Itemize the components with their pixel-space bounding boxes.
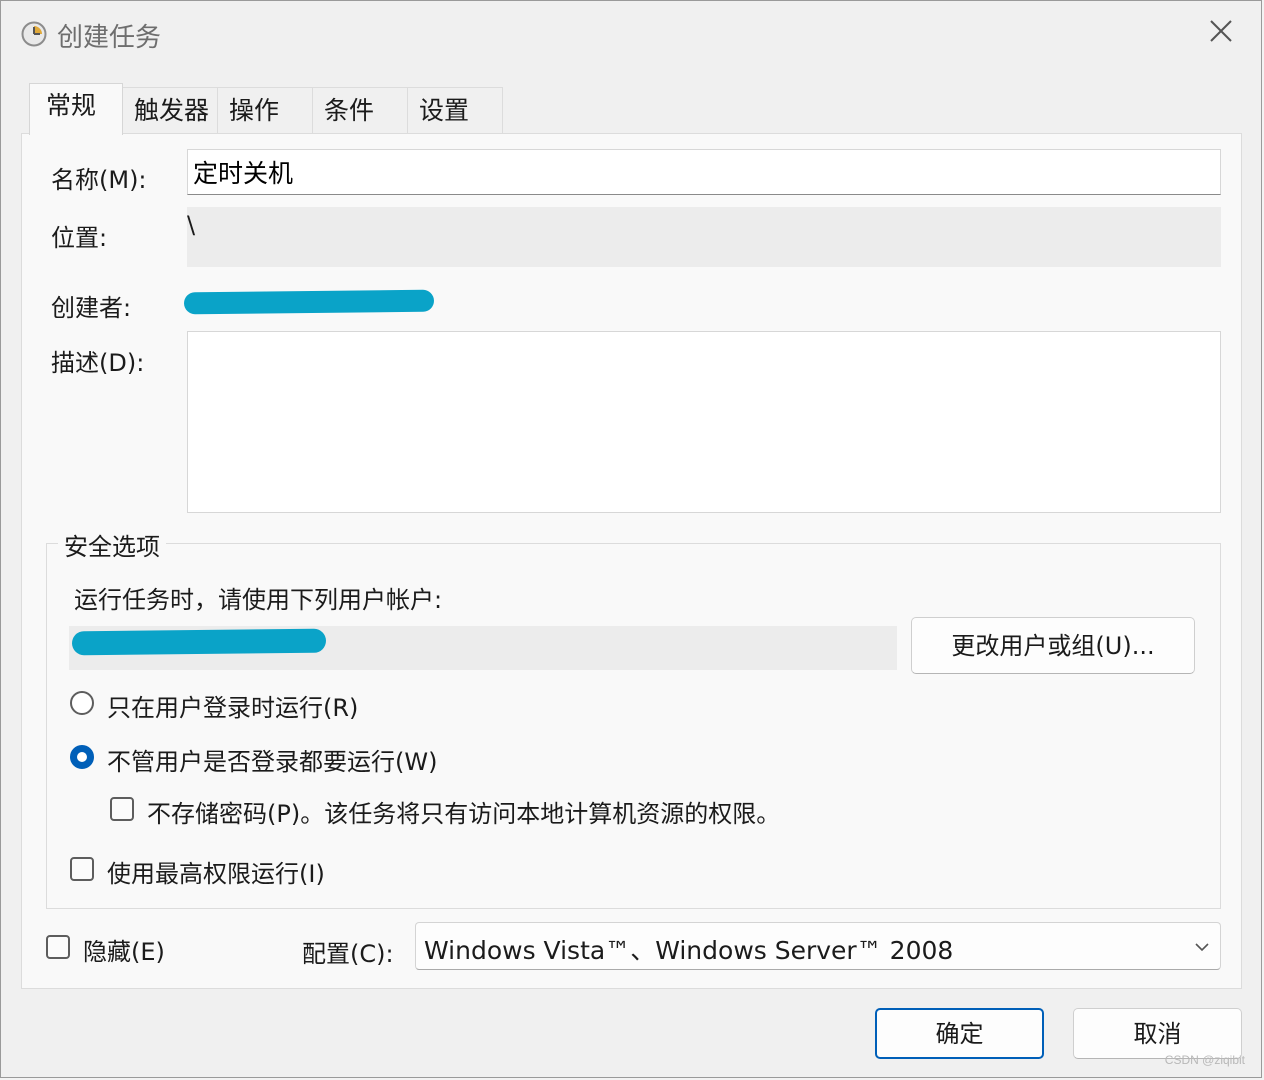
general-tab-panel: 名称(M): 位置: \ 创建者: 描述(D): 安全选项 运行任务时，请使用下… <box>21 133 1242 989</box>
ok-button[interactable]: 确定 <box>875 1008 1044 1059</box>
task-scheduler-clock-icon <box>21 21 47 47</box>
name-label: 名称(M): <box>51 166 147 194</box>
chevron-down-icon <box>1192 937 1212 957</box>
do-not-store-password-checkbox[interactable] <box>110 797 134 821</box>
run-whether-logged-on-or-not-label: 不管用户是否登录都要运行(W) <box>107 748 438 776</box>
do-not-store-password-label: 不存储密码(P)。该任务将只有访问本地计算机资源的权限。 <box>147 800 781 828</box>
configure-for-dropdown[interactable]: Windows Vista™、Windows Server™ 2008 <box>415 922 1221 970</box>
tab-conditions[interactable]: 条件 <box>312 87 408 133</box>
security-options-legend: 安全选项 <box>58 527 166 562</box>
tab-actions-label: 操作 <box>229 96 280 125</box>
create-task-dialog: 创建任务 常规 触发器 操作 条件 设置 名称(M): 定时关机 位置: \ 创… <box>0 0 1262 1078</box>
tab-settings[interactable]: 设置 <box>407 87 503 133</box>
hidden-checkbox[interactable] <box>46 935 70 959</box>
run-as-label: 运行任务时，请使用下列用户帐户: <box>74 586 443 614</box>
close-icon <box>1209 19 1233 47</box>
tab-general-label: 常规 <box>46 91 97 120</box>
location-label: 位置: <box>51 224 108 252</box>
configure-for-label: 配置(C): <box>302 940 394 968</box>
description-label: 描述(D): <box>51 349 145 377</box>
tab-triggers-label: 触发器 <box>134 96 210 125</box>
author-redaction-mark <box>183 289 435 315</box>
run-whether-logged-on-or-not-radio[interactable] <box>70 745 94 769</box>
run-as-user-redaction-mark <box>71 628 327 656</box>
run-with-highest-privileges-checkbox[interactable] <box>70 857 94 881</box>
watermark: CSDN @ziqibit <box>1164 1053 1245 1067</box>
run-with-highest-privileges-label: 使用最高权限运行(I) <box>107 860 325 888</box>
window-title: 创建任务 <box>57 23 162 53</box>
tab-triggers[interactable]: 触发器 <box>122 87 218 133</box>
location-value: \ <box>187 207 1221 267</box>
tab-actions[interactable]: 操作 <box>217 87 313 133</box>
title-bar: 创建任务 <box>1 1 1261 65</box>
change-user-or-group-button[interactable]: 更改用户或组(U)... <box>911 617 1195 674</box>
close-button[interactable] <box>1199 13 1243 53</box>
run-only-when-logged-on-label: 只在用户登录时运行(R) <box>107 694 359 722</box>
location-text: \ <box>187 211 196 239</box>
tab-settings-label: 设置 <box>419 96 470 125</box>
description-textarea[interactable] <box>187 331 1221 513</box>
name-input[interactable] <box>187 149 1221 195</box>
author-label: 创建者: <box>51 294 132 322</box>
tab-general[interactable]: 常规 <box>29 83 123 135</box>
run-only-when-logged-on-radio[interactable] <box>70 691 94 715</box>
configure-for-selected-value: Windows Vista™、Windows Server™ 2008 <box>424 936 954 965</box>
cancel-button[interactable]: 取消 <box>1073 1008 1242 1059</box>
hidden-label: 隐藏(E) <box>83 938 165 966</box>
tab-conditions-label: 条件 <box>324 96 375 125</box>
